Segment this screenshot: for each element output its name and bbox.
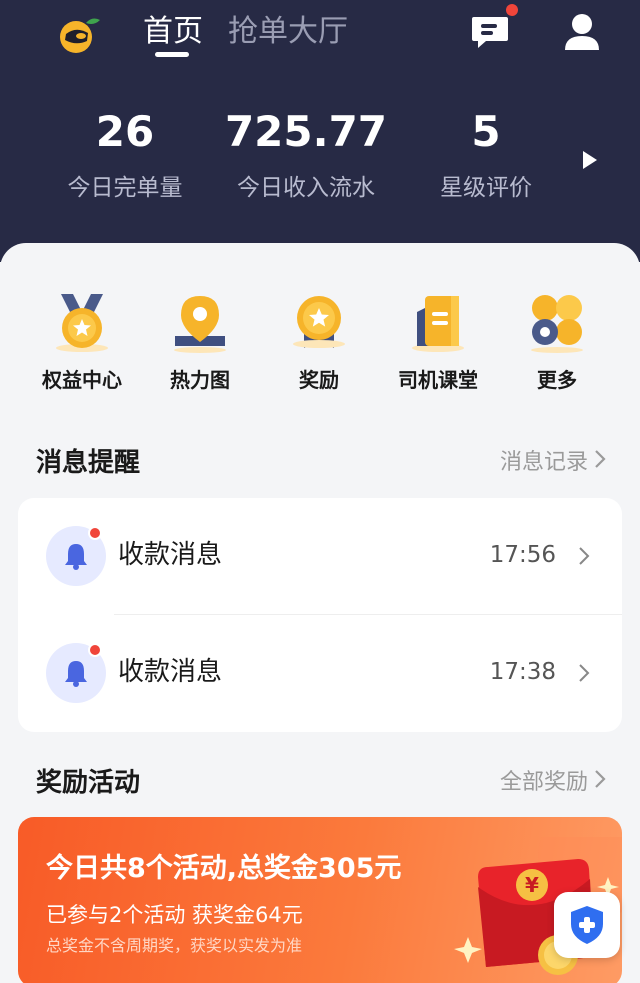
book-icon bbox=[412, 296, 464, 352]
more-icon bbox=[531, 295, 583, 353]
message-time: 17:56 bbox=[489, 542, 556, 568]
quick-action-label: 司机课堂 bbox=[398, 368, 478, 392]
rewards-banner[interactable]: 今日共8个活动,总奖金305元 已参与2个活动 获奖金64元 总奖金不含周期奖，… bbox=[18, 817, 622, 983]
section-title-messages: 消息提醒 bbox=[36, 448, 141, 478]
message-card: 收款消息 17:56 收款消息 17:38 bbox=[18, 498, 622, 732]
unread-dot bbox=[88, 526, 102, 540]
stat-label: 今日完单量 bbox=[67, 175, 183, 201]
quick-action-more[interactable]: 更多 bbox=[502, 292, 612, 394]
play-arrow-icon[interactable] bbox=[582, 150, 598, 170]
stat-label: 今日收入流水 bbox=[237, 175, 375, 201]
stat-value: 725.77 bbox=[224, 107, 388, 156]
message-icon[interactable] bbox=[470, 14, 510, 50]
unread-dot bbox=[88, 643, 102, 657]
stat-label: 星级评价 bbox=[440, 175, 532, 201]
user-icon[interactable] bbox=[563, 12, 601, 52]
chevron-right-icon bbox=[579, 547, 590, 565]
message-unread-dot bbox=[506, 4, 518, 16]
top-header: 首页 抢单大厅 26 今日完单量 725.77 今日收入流水 5 星级评价 bbox=[0, 0, 640, 262]
link-label: 消息记录 bbox=[499, 450, 588, 475]
stat-income[interactable]: 725.77 今日收入流水 bbox=[220, 104, 392, 204]
banner-note: 总奖金不含周期奖，获奖以实发为准 bbox=[46, 936, 303, 955]
medal-icon bbox=[56, 294, 108, 352]
active-tab-indicator bbox=[155, 52, 189, 57]
map-pin-icon bbox=[174, 296, 226, 353]
chevron-right-icon bbox=[579, 664, 590, 682]
shield-icon bbox=[571, 906, 603, 944]
quick-action-driver-class[interactable]: 司机课堂 bbox=[383, 292, 493, 394]
message-time: 17:38 bbox=[489, 659, 556, 685]
award-icon bbox=[293, 296, 345, 348]
message-title: 收款消息 bbox=[118, 657, 223, 687]
banner-title: 今日共8个活动,总奖金305元 bbox=[46, 853, 402, 884]
stat-value: 26 bbox=[95, 107, 155, 156]
orange-logo-icon[interactable] bbox=[56, 14, 102, 54]
stat-star-rating[interactable]: 5 星级评价 bbox=[420, 104, 552, 204]
link-label: 全部奖励 bbox=[499, 770, 588, 795]
tab-order-hall[interactable]: 抢单大厅 bbox=[228, 14, 348, 50]
message-row[interactable]: 收款消息 17:56 bbox=[18, 498, 622, 615]
message-row[interactable]: 收款消息 17:38 bbox=[18, 615, 622, 732]
message-title: 收款消息 bbox=[118, 540, 223, 570]
message-history-link[interactable]: 消息记录 bbox=[500, 446, 606, 480]
quick-action-label: 奖励 bbox=[299, 368, 339, 392]
safety-shield-button[interactable] bbox=[554, 892, 620, 958]
bell-icon bbox=[65, 544, 87, 570]
stat-value: 5 bbox=[471, 107, 501, 156]
svg-text:¥: ¥ bbox=[525, 873, 539, 897]
chevron-right-icon bbox=[595, 770, 606, 788]
quick-action-label: 权益中心 bbox=[42, 368, 122, 392]
banner-subtitle: 已参与2个活动 获奖金64元 bbox=[46, 903, 303, 927]
all-rewards-link[interactable]: 全部奖励 bbox=[500, 766, 606, 800]
quick-action-benefits[interactable]: 权益中心 bbox=[27, 292, 137, 394]
quick-action-rewards[interactable]: 奖励 bbox=[264, 292, 374, 394]
quick-action-label: 热力图 bbox=[170, 368, 230, 392]
tab-home[interactable]: 首页 bbox=[143, 14, 203, 50]
quick-action-heatmap[interactable]: 热力图 bbox=[145, 292, 255, 394]
section-title-rewards: 奖励活动 bbox=[36, 768, 141, 798]
chevron-right-icon bbox=[595, 450, 606, 468]
bell-icon bbox=[65, 661, 87, 687]
stat-completed-orders[interactable]: 26 今日完单量 bbox=[50, 104, 200, 204]
quick-action-label: 更多 bbox=[537, 368, 577, 392]
